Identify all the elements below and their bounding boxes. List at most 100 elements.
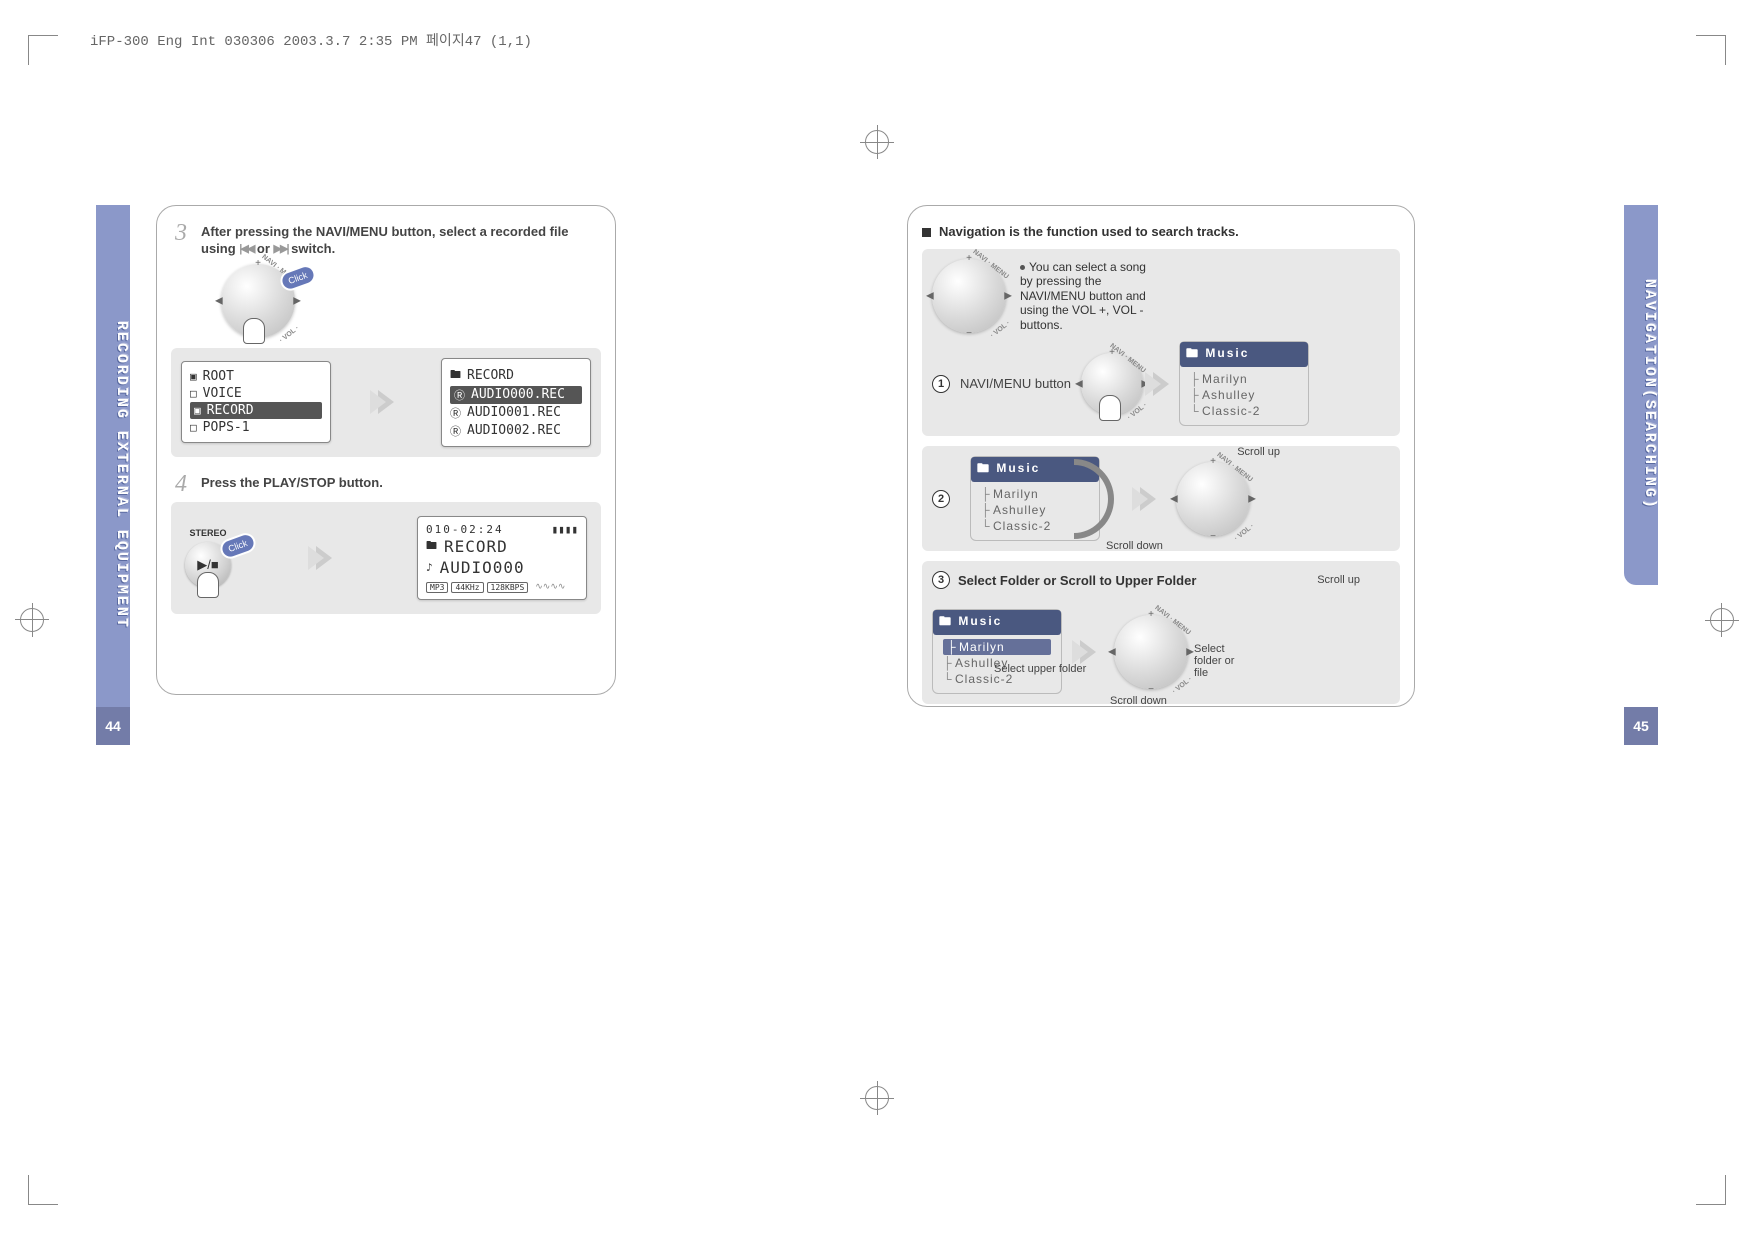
file-icon: Ⓡ (454, 387, 465, 403)
step-4: 4 Press the PLAY/STOP button. STEREO ▶/■… (171, 475, 601, 614)
crop-mark (28, 35, 58, 65)
item: Marilyn (959, 640, 1005, 654)
nav-block-2: 2 🖿 Music ├Marilyn ├Ashulley └Classic-2 … (922, 446, 1400, 551)
folder-icon: 🖿 (450, 366, 461, 385)
item: Classic-2 (993, 519, 1051, 533)
navi-label: NAVI · MENU (1108, 342, 1146, 374)
section-tab-right: NAVIGATION(SEARCHING) (1624, 205, 1658, 585)
file-icon: Ⓡ (450, 423, 461, 439)
registration-mark (20, 608, 44, 632)
root-icon: ▣ (190, 370, 197, 383)
registration-mark (865, 130, 889, 154)
vol-label: · VOL · (1233, 522, 1255, 542)
forward-icon: ▶▶| (274, 242, 288, 256)
scroll-up-label: Scroll up (1237, 446, 1280, 458)
headline-text: Navigation is the function used to searc… (939, 224, 1239, 239)
forward-icon: ▶ (1004, 291, 1012, 302)
arrow-icon (1140, 487, 1156, 511)
circle-number: 3 (932, 571, 950, 589)
samplerate-badge: 44KHz (451, 582, 483, 593)
lcd-row: RECORD (444, 537, 508, 556)
lcd-row: AUDIO002.REC (467, 423, 561, 438)
scroll-down-label: Scroll down (1106, 540, 1163, 552)
item: Marilyn (993, 487, 1039, 501)
content-left: 3 After pressing the NAVI/MENU button, s… (156, 205, 616, 695)
lcd-group: ▣ROOT □VOICE ▣RECORD □POPS-1 🖿RECORD ⓇAU… (171, 348, 601, 457)
nav-block-1: + − ◀ ▶ NAVI · MENU · VOL · You can sele… (922, 249, 1400, 436)
tree-icon: └ (1190, 404, 1200, 418)
stereo-label: STEREO (189, 528, 226, 538)
navi-dial: + − ◀ ▶ NAVI · MENU · VOL · (1114, 615, 1188, 689)
navi-dial: + − ◀ ▶ NAVI · MENU · VOL · (932, 259, 1006, 333)
tree-icon: ├ (981, 487, 991, 501)
navi-dial: + − ◀ ▶ NAVI · MENU · VOL · Click (221, 264, 295, 338)
tree-icon: ├ (1190, 372, 1200, 386)
step-text: After pressing the NAVI/MENU button, sel… (201, 224, 601, 258)
vol-label: · VOL · (989, 320, 1011, 340)
file-icon: Ⓡ (450, 405, 461, 421)
scroll-down-label: Scroll down (1110, 695, 1167, 707)
dot-icon (1020, 265, 1025, 270)
crop-mark (28, 1175, 58, 1205)
rewind-icon: ◀ (215, 295, 223, 306)
arrow-icon (378, 390, 394, 414)
lcd-row: AUDIO000 (440, 558, 525, 577)
rewind-icon: ◀ (1170, 493, 1178, 504)
tree-icon: ├ (947, 640, 957, 654)
item: Marilyn (1202, 372, 1248, 386)
time-display: 010-02:24 (426, 523, 504, 536)
scroll-up-label: Scroll up (1317, 574, 1360, 586)
navi-label: NAVI · MENU (1153, 604, 1191, 636)
minus-icon: − (1210, 531, 1216, 542)
item: Ashulley (1202, 388, 1255, 402)
section-tab-left: RECORDING EXTERNAL EQUIPMENT (96, 205, 130, 745)
play-stop-button: ▶/■ Click (185, 542, 231, 588)
forward-icon: ▶ (293, 295, 301, 306)
tree-icon: ├ (1190, 388, 1200, 402)
step-3: 3 After pressing the NAVI/MENU button, s… (171, 224, 601, 457)
select-folder-label: Select folder or file (1194, 643, 1244, 679)
page-number: 45 (1624, 707, 1658, 745)
waveform-icon: ∿∿∿∿ (535, 582, 565, 593)
hand-icon (243, 318, 265, 344)
select-upper-label: Select upper folder (994, 663, 1086, 675)
scroll-arc-icon (1074, 459, 1114, 539)
arrow-icon (1080, 640, 1096, 664)
minus-icon: − (1148, 684, 1154, 695)
lcd-row: RECORD (207, 403, 254, 418)
page-44: RECORDING EXTERNAL EQUIPMENT 44 3 After … (96, 205, 877, 745)
lcd-row: ROOT (203, 369, 234, 384)
square-bullet-icon (922, 228, 931, 237)
bitrate-badge: 128KBPS (487, 582, 529, 593)
vol-label: · VOL · (1171, 675, 1193, 695)
battery-icon: ▮▮▮▮ (552, 523, 579, 536)
crop-mark (1696, 35, 1726, 65)
lcd-row: RECORD (467, 368, 514, 383)
rewind-icon: ◀ (1108, 646, 1116, 657)
hand-icon (197, 572, 219, 598)
tree-icon: ├ (943, 656, 953, 670)
panel-title: Music (1205, 346, 1249, 360)
section-title: NAVIGATION(SEARCHING) (1641, 279, 1658, 510)
item: Classic-2 (1202, 404, 1260, 418)
step-title: Select Folder or Scroll to Upper Folder (958, 573, 1196, 588)
music-panel: 🖿 Music ├Marilyn ├Ashulley └Classic-2 (1179, 341, 1309, 426)
headline: Navigation is the function used to searc… (922, 224, 1400, 239)
music-panel: 🖿 Music ├Marilyn ├Ashulley └Classic-2 (932, 609, 1062, 694)
content-right: Navigation is the function used to searc… (907, 205, 1415, 707)
folder-icon: □ (190, 421, 197, 434)
lcd-screen-1: ▣ROOT □VOICE ▣RECORD □POPS-1 (181, 361, 331, 443)
lcd-row: VOICE (203, 386, 242, 401)
circle-number: 2 (932, 490, 950, 508)
note: You can select a song by pressing the NA… (1020, 260, 1152, 332)
folder-icon: 🖿 (939, 614, 958, 628)
navi-label: NAVI · MENU (971, 248, 1009, 280)
crop-mark (1696, 1175, 1726, 1205)
arrow-icon (1153, 372, 1169, 396)
text: switch. (291, 241, 335, 256)
rewind-icon: ◀ (926, 291, 934, 302)
page-number: 44 (96, 707, 130, 745)
folder-icon: ▣ (194, 404, 201, 417)
music-icon: ♪ (426, 561, 434, 574)
play-stop-icon: ▶/■ (197, 557, 218, 573)
